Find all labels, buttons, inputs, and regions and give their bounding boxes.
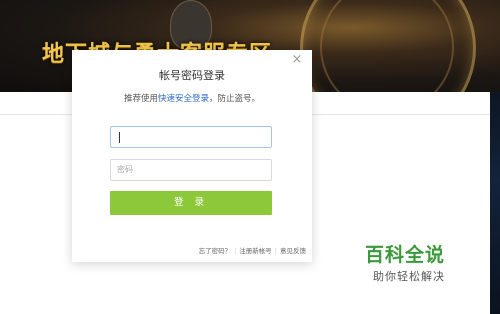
forgot-password-link[interactable]: 忘了密码？: [199, 247, 232, 255]
footer-links: 忘了密码？ | 注册新帐号 | 意见反馈: [72, 245, 306, 255]
banner-emblem-inner-ring: [320, 0, 454, 92]
password-input[interactable]: 密码: [110, 159, 272, 181]
quick-login-link[interactable]: 快速安全登录: [158, 94, 209, 104]
link-separator: |: [234, 247, 237, 255]
background-art-strip: [490, 92, 500, 314]
username-input[interactable]: [110, 126, 272, 148]
feedback-link[interactable]: 意见反馈: [280, 247, 306, 255]
login-button[interactable]: 登 录: [110, 191, 272, 215]
login-hint-suffix: ，防止盗号。: [209, 94, 261, 104]
link-separator: |: [274, 247, 277, 255]
modal-title: 帐号密码登录: [159, 69, 225, 82]
login-hint: 推荐使用快速安全登录，防止盗号。: [72, 92, 312, 104]
watermark-subtitle: 助你轻松解决: [373, 270, 445, 283]
register-link[interactable]: 注册新帐号: [239, 247, 272, 255]
close-icon[interactable]: ×: [289, 52, 305, 68]
text-cursor: [119, 132, 120, 143]
login-modal: × 帐号密码登录 推荐使用快速安全登录，防止盗号。 密码 登 录 忘了密码？ | 注…: [72, 50, 312, 262]
watermark-title: 百科全说: [365, 244, 446, 266]
login-hint-prefix: 推荐使用: [123, 94, 158, 104]
